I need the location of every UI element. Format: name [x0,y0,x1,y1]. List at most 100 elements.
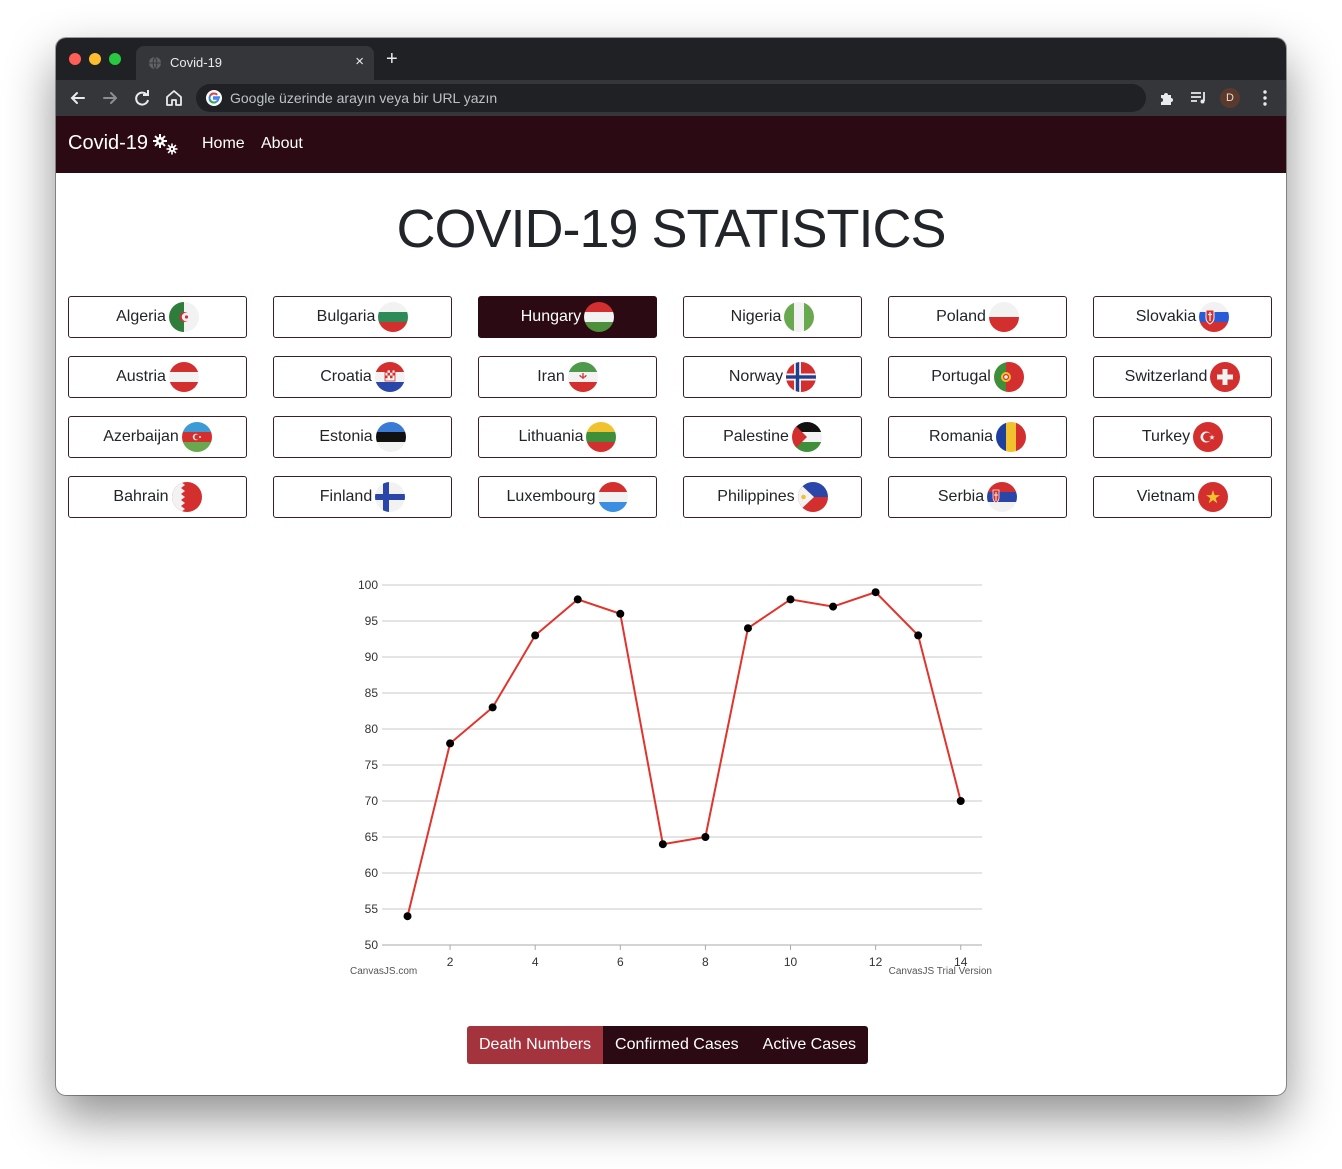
more-menu-icon[interactable] [1254,87,1276,109]
data-point [871,588,880,597]
deaths-line-chart: 505560657075808590951002 4 6 8 10 12 14CanvasJ… [350,578,992,977]
country-button-vietnam[interactable]: Vietnam [1093,476,1272,518]
country-name: Poland [936,308,986,325]
no-flag-icon [786,362,817,392]
y-tick-label: 60 [365,866,379,880]
sk-flag-icon [1199,302,1230,332]
y-tick-label: 85 [365,686,379,700]
x-tick-label: 10 [784,955,798,969]
back-icon[interactable] [67,87,89,109]
y-tick-label: 80 [365,722,379,736]
y-tick-label: 100 [358,578,378,592]
ng-flag-icon [784,302,815,332]
reload-icon[interactable] [131,87,153,109]
country-button-romania[interactable]: Romania [888,416,1067,458]
fi-flag-icon [375,482,406,512]
y-tick-label: 50 [365,938,379,952]
country-button-finland[interactable]: Finland [273,476,452,518]
zoom-window-button[interactable] [109,53,121,65]
tab-close-icon[interactable]: × [355,53,364,70]
data-point [488,703,497,712]
country-button-azerbaijan[interactable]: Azerbaijan [68,416,247,458]
country-name: Bulgaria [316,308,376,325]
country-name: Finland [319,488,373,505]
new-tab-button[interactable]: + [386,49,398,69]
country-name: Austria [116,368,166,385]
close-window-button[interactable] [69,53,81,65]
pl-flag-icon [988,302,1019,332]
country-button-lithuania[interactable]: Lithuania [478,416,657,458]
country-button-turkey[interactable]: Turkey [1093,416,1272,458]
country-button-estonia[interactable]: Estonia [273,416,452,458]
country-button-bulgaria[interactable]: Bulgaria [273,296,452,338]
death-numbers-button[interactable]: Death Numbers [467,1026,604,1064]
country-name: Croatia [320,368,372,385]
browser-toolbar: Google üzerinde arayın veya bir URL yazı… [56,80,1286,116]
country-button-bahrain[interactable]: Bahrain [68,476,247,518]
ph-flag-icon [797,482,828,512]
forward-icon[interactable] [99,87,121,109]
data-point [829,602,838,611]
bg-flag-icon [378,302,409,332]
minimize-window-button[interactable] [89,53,101,65]
hr-flag-icon [374,362,405,392]
media-control-icon[interactable] [1188,87,1210,109]
country-name: Philippines [717,488,795,505]
country-name: Nigeria [730,308,782,325]
country-name: Azerbaijan [103,428,179,445]
x-tick-label: 2 [447,955,454,969]
tab-strip: Covid-19 × + [56,38,1286,80]
ir-flag-icon [567,362,598,392]
country-button-portugal[interactable]: Portugal [888,356,1067,398]
country-name: Turkey [1141,428,1191,445]
tr-flag-icon [1193,422,1224,452]
lu-flag-icon [598,482,629,512]
country-button-hungary[interactable]: Hungary [478,296,657,338]
country-button-switzerland[interactable]: Switzerland [1093,356,1272,398]
country-button-palestine[interactable]: Palestine [683,416,862,458]
country-button-nigeria[interactable]: Nigeria [683,296,862,338]
y-tick-label: 95 [365,614,379,628]
x-tick-label: 12 [869,955,883,969]
globe-icon [149,56,161,70]
country-button-iran[interactable]: Iran [478,356,657,398]
country-button-slovakia[interactable]: Slovakia [1093,296,1272,338]
extensions-icon[interactable] [1156,87,1178,109]
brand-logo-text[interactable]: Covid-19 [68,132,148,155]
country-name: Portugal [931,368,991,385]
country-name: Norway [728,368,784,385]
country-button-serbia[interactable]: Serbia [888,476,1067,518]
country-button-luxembourg[interactable]: Luxembourg [478,476,657,518]
y-tick-label: 65 [365,830,379,844]
country-name: Bahrain [113,488,169,505]
address-bar[interactable]: Google üzerinde arayın veya bir URL yazı… [196,84,1146,112]
y-tick-label: 70 [365,794,379,808]
country-name: Lithuania [518,428,584,445]
bh-flag-icon [171,482,202,512]
country-button-poland[interactable]: Poland [888,296,1067,338]
data-point [531,631,540,640]
country-button-philippines[interactable]: Philippines [683,476,862,518]
y-tick-label: 75 [365,758,379,772]
country-button-austria[interactable]: Austria [68,356,247,398]
x-tick-label: 8 [702,955,709,969]
country-button-norway[interactable]: Norway [683,356,862,398]
confirmed-cases-button[interactable]: Confirmed Cases [603,1026,751,1064]
nav-home-link[interactable]: Home [202,135,245,153]
y-tick-label: 55 [365,902,379,916]
profile-avatar[interactable]: D [1220,88,1240,108]
active-cases-button[interactable]: Active Cases [750,1026,869,1064]
dz-flag-icon [168,302,199,332]
country-name: Serbia [937,488,985,505]
country-button-algeria[interactable]: Algeria [68,296,247,338]
home-icon[interactable] [163,87,185,109]
country-name: Palestine [723,428,789,445]
pt-flag-icon [993,362,1024,392]
page-title: COVID-19 STATISTICS [396,199,946,259]
browser-tab[interactable]: Covid-19 × [136,46,374,80]
nav-about-link[interactable]: About [261,135,303,153]
address-placeholder: Google üzerinde arayın veya bir URL yazı… [230,90,498,106]
country-name: Luxembourg [506,488,596,505]
country-name: Estonia [319,428,373,445]
country-button-croatia[interactable]: Croatia [273,356,452,398]
